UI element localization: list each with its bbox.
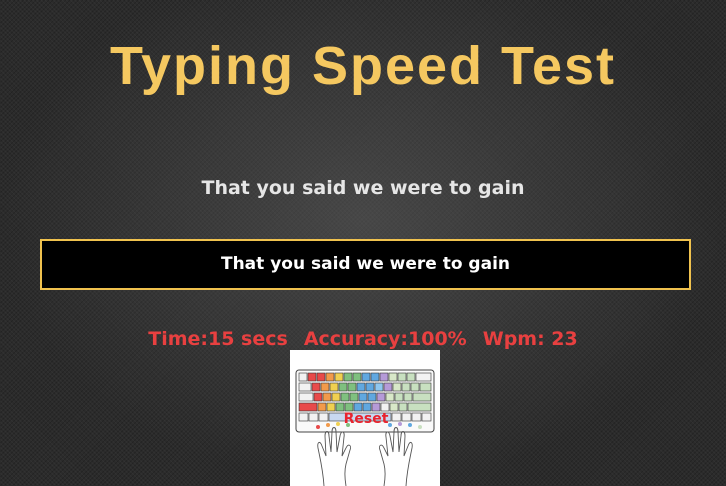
time-stat: Time:15 secs xyxy=(148,328,288,350)
reset-button[interactable]: Reset xyxy=(341,410,391,428)
typing-input[interactable] xyxy=(40,239,691,290)
page-title: Typing Speed Test xyxy=(109,36,617,96)
accuracy-stat: Accuracy:100% xyxy=(303,328,467,350)
wpm-stat: Wpm: 23 xyxy=(482,328,578,350)
stats-bar: Time:15 secs Accuracy:100% Wpm: 23 xyxy=(0,327,726,351)
prompt-text: That you said we were to gain xyxy=(201,177,525,199)
